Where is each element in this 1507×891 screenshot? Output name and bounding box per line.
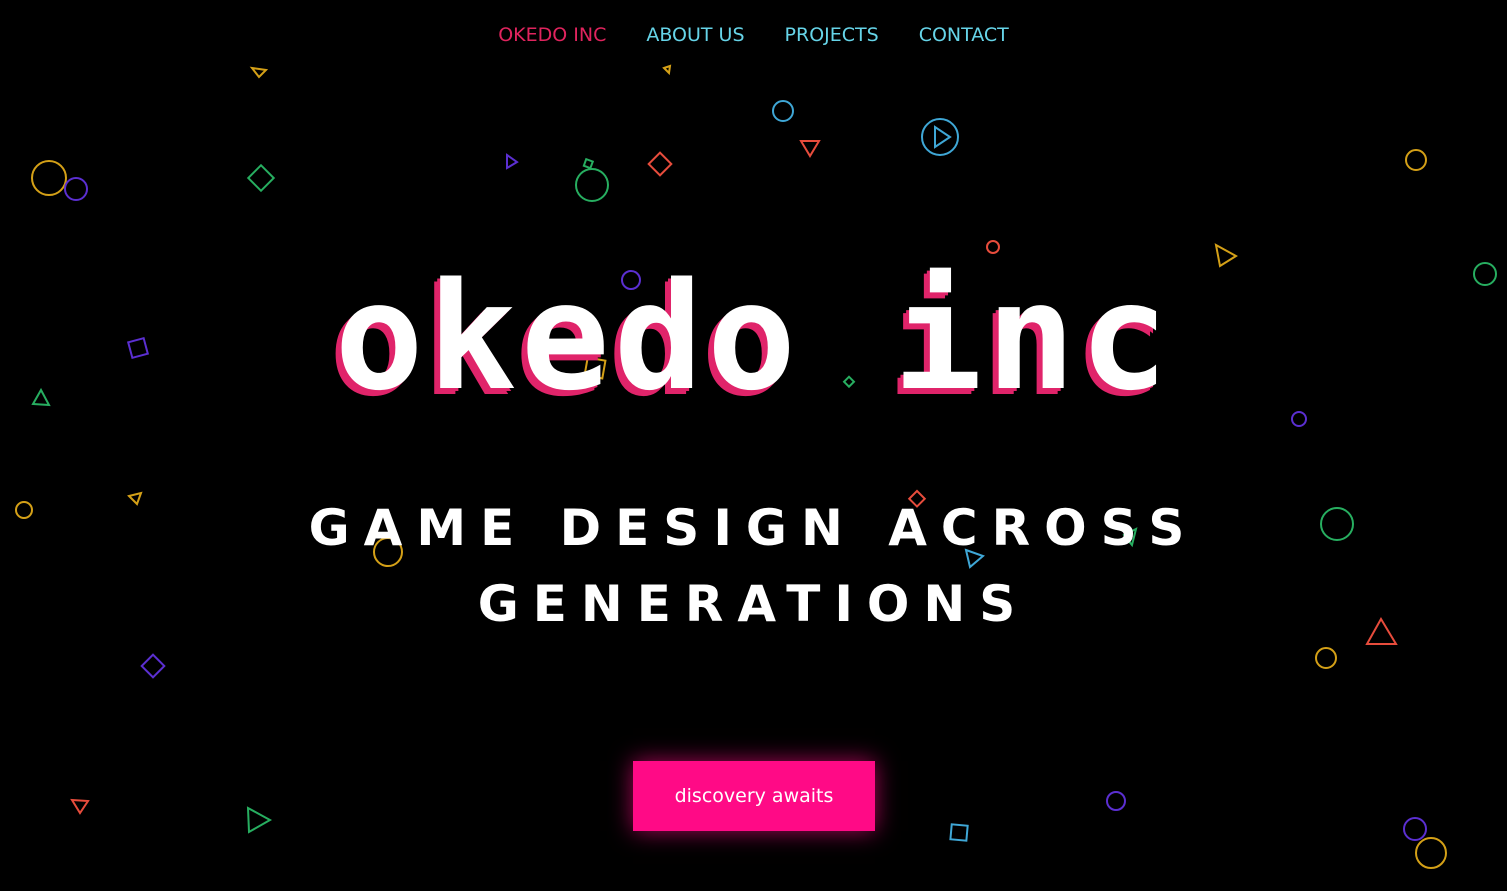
circle-outline-icon [1106, 791, 1126, 811]
nav-brand-link[interactable]: OKEDO INC [498, 24, 606, 46]
triangle-outline-icon [506, 153, 519, 170]
play-circle-icon [921, 118, 959, 156]
circle-outline-icon [1315, 647, 1337, 669]
circle-outline-icon [772, 100, 794, 122]
circle-outline-icon [1415, 837, 1447, 869]
circle-outline-icon [64, 177, 88, 201]
background-shapes [15, 64, 1497, 869]
diamond-outline-icon [246, 163, 276, 193]
top-nav: OKEDO INC ABOUT US PROJECTS CONTACT [0, 0, 1507, 70]
tagline-line-2: GENERATIONS [477, 575, 1030, 633]
nav-link-about-us[interactable]: ABOUT US [646, 24, 744, 46]
circle-outline-icon [1405, 149, 1427, 171]
triangle-outline-icon [799, 140, 821, 158]
circle-outline-icon [1403, 817, 1427, 841]
triangle-outline-icon [70, 798, 90, 815]
hero-logo: okedo inc [334, 251, 1173, 423]
circle-outline-icon [31, 160, 67, 196]
triangle-outline-icon [246, 806, 273, 834]
square-outline-icon [949, 823, 969, 842]
nav-link-projects[interactable]: PROJECTS [785, 24, 879, 46]
nav-link-contact[interactable]: CONTACT [919, 24, 1009, 46]
discovery-button[interactable]: discovery awaits [633, 761, 875, 831]
circle-outline-icon [575, 168, 609, 202]
diamond-outline-icon [140, 653, 166, 679]
circle-outline-icon [1291, 411, 1307, 427]
square-outline-icon [582, 157, 595, 170]
diamond-outline-icon [647, 151, 673, 177]
hero-tagline: GAME DESIGN ACROSS GENERATIONS [0, 490, 1507, 642]
tagline-line-1: GAME DESIGN ACROSS [308, 499, 1199, 557]
